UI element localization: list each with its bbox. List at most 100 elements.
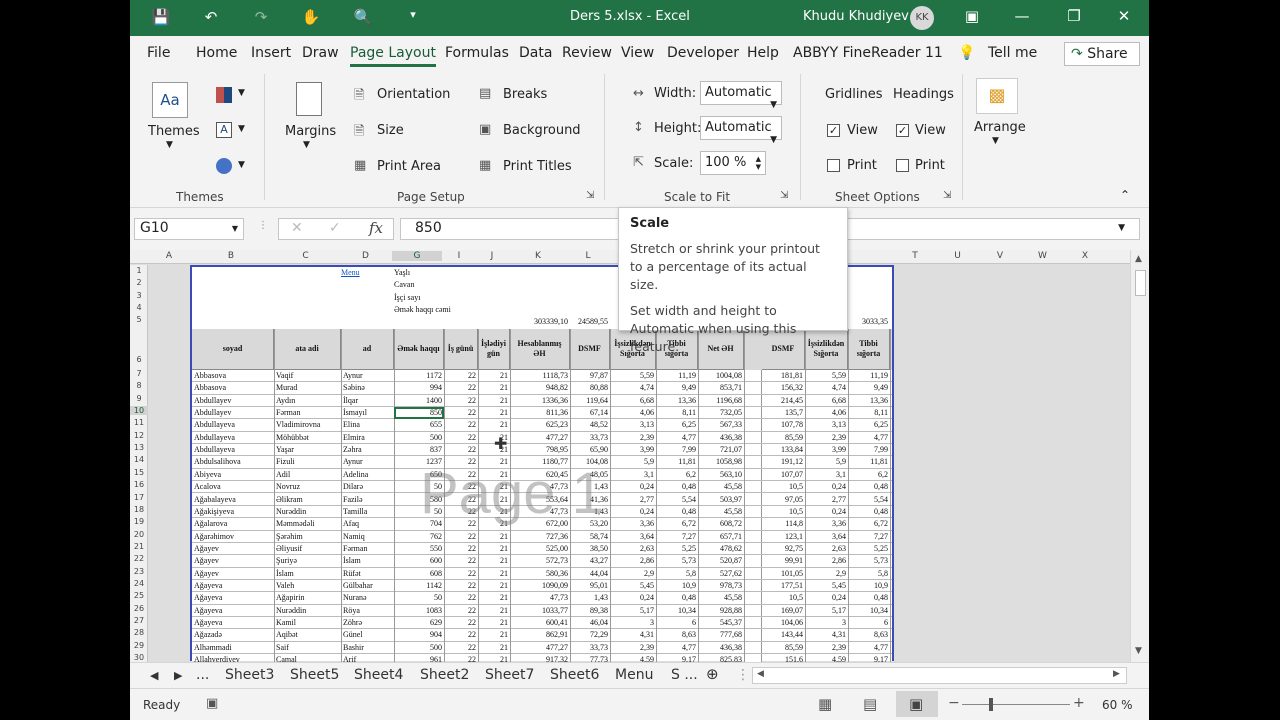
table-cell[interactable]: 85,59 [764, 642, 803, 654]
column-header-A[interactable]: A [148, 251, 190, 261]
table-cell[interactable]: 525,00 [512, 543, 568, 555]
table-cell[interactable]: 7,27 [850, 531, 888, 543]
table-cell[interactable]: İslam [276, 568, 339, 580]
tab-split-icon[interactable]: ⋮ [736, 667, 750, 683]
table-cell[interactable]: 21 [480, 395, 508, 407]
table-cell[interactable]: 1118,73 [512, 370, 568, 382]
table-cell[interactable]: 5,8 [658, 568, 696, 580]
row-header-27[interactable]: 27 [130, 616, 148, 625]
table-cell[interactable]: 5,45 [807, 580, 846, 592]
table-cell[interactable]: 9,49 [658, 382, 696, 394]
row-header-25[interactable]: 25 [130, 591, 148, 600]
scale-spinner[interactable]: 100 % ▲ ▼ [700, 151, 766, 175]
table-cell[interactable]: 904 [396, 629, 442, 641]
table-cell[interactable]: 1058,98 [700, 456, 742, 468]
table-cell[interactable]: 11,19 [850, 370, 888, 382]
dialog-launcher-icon[interactable]: ⇲ [586, 190, 594, 201]
row-header-26[interactable]: 26 [130, 604, 148, 613]
table-cell[interactable]: 1172 [396, 370, 442, 382]
table-cell[interactable]: 477,27 [512, 432, 568, 444]
table-cell[interactable]: 4,06 [612, 407, 654, 419]
user-name[interactable]: Khudu Khudiyev [803, 9, 909, 24]
table-cell[interactable]: 21 [480, 654, 508, 662]
table-cell[interactable]: Abdullayev [194, 407, 272, 419]
table-cell[interactable]: 169,07 [764, 605, 803, 617]
table-cell[interactable]: 5,59 [612, 370, 654, 382]
column-header-J[interactable]: J [476, 251, 508, 261]
row-header-11[interactable]: 11 [130, 418, 148, 427]
table-cell[interactable]: 7,27 [658, 531, 696, 543]
column-header-I[interactable]: I [442, 251, 476, 261]
table-cell[interactable]: Vladimirovna [276, 419, 339, 431]
table-cell[interactable]: Ağayev [194, 568, 272, 580]
column-header-T[interactable]: T [894, 251, 936, 261]
sheet-tab-sheet2[interactable]: Sheet2 [420, 667, 469, 683]
row-header-2[interactable]: 2 [130, 278, 148, 287]
size-button[interactable]: Size [377, 123, 404, 138]
table-cell[interactable]: 58,74 [572, 531, 608, 543]
table-cell[interactable]: 214,45 [764, 395, 803, 407]
table-cell[interactable]: Abdullayeva [194, 419, 272, 431]
row-header-30[interactable]: 30 [130, 653, 148, 662]
table-cell[interactable]: 2,86 [612, 555, 654, 567]
table-cell[interactable]: Elmira [343, 432, 392, 444]
table-cell[interactable]: 655 [396, 419, 442, 431]
table-cell[interactable]: Fazilə [343, 494, 392, 506]
table-cell[interactable]: 21 [480, 543, 508, 555]
row-header-22[interactable]: 22 [130, 554, 148, 563]
restore-icon[interactable]: ❐ [1062, 7, 1086, 25]
column-header-B[interactable]: B [190, 251, 272, 261]
row-header-10[interactable]: 10 [130, 406, 148, 416]
table-cell[interactable]: Aynur [343, 456, 392, 468]
table-cell[interactable]: 22 [446, 370, 476, 382]
table-cell[interactable]: Novruz [276, 481, 339, 493]
macro-recording-icon[interactable]: ▣ [206, 696, 218, 711]
height-dropdown[interactable]: Automatic ▼ [700, 116, 782, 145]
table-cell[interactable]: İsmayıl [343, 407, 392, 419]
table-cell[interactable]: 3 [807, 617, 846, 629]
table-cell[interactable]: Yaşar [276, 444, 339, 456]
table-cell[interactable]: 22 [446, 382, 476, 394]
table-cell[interactable]: 777,68 [700, 629, 742, 641]
table-cell[interactable]: 0,24 [807, 592, 846, 604]
table-cell[interactable]: 6,68 [807, 395, 846, 407]
table-cell[interactable]: 3,13 [807, 419, 846, 431]
column-title[interactable]: Tibbi sığorta [848, 329, 890, 370]
label-ishci[interactable]: İşçi sayı [394, 292, 474, 304]
table-cell[interactable]: Abbasova [194, 382, 272, 394]
table-cell[interactable]: Abdullayeva [194, 432, 272, 444]
table-cell[interactable]: 10,9 [850, 580, 888, 592]
table-cell[interactable]: 436,38 [700, 432, 742, 444]
table-cell[interactable]: 123,1 [764, 531, 803, 543]
column-header-C[interactable]: C [272, 251, 339, 261]
table-cell[interactable]: 961 [396, 654, 442, 662]
label-yashli[interactable]: Yaşlı [394, 267, 474, 279]
table-cell[interactable]: 550 [396, 543, 442, 555]
tab-data[interactable]: Data [519, 45, 552, 61]
table-cell[interactable]: Məmmədəli [276, 518, 339, 530]
table-cell[interactable]: Valeh [276, 580, 339, 592]
table-cell[interactable]: 4,74 [807, 382, 846, 394]
insert-function-icon[interactable]: fx [369, 219, 383, 237]
chevron-down-icon[interactable]: ▼ [232, 224, 238, 233]
gridlines-view-checkbox[interactable]: ✓ [827, 124, 840, 137]
row-header-19[interactable]: 19 [130, 517, 148, 526]
table-cell[interactable]: 9,49 [850, 382, 888, 394]
undo-icon[interactable]: ↶ [200, 8, 222, 26]
row-header-7[interactable]: 7 [130, 369, 148, 378]
zoom-level[interactable]: 60 % [1102, 698, 1133, 712]
row-header-13[interactable]: 13 [130, 443, 148, 452]
sheet-tab-sheet3[interactable]: Sheet3 [225, 667, 274, 683]
spinner-arrows-icon[interactable]: ▲ ▼ [756, 155, 761, 171]
print-area-button[interactable]: Print Area [377, 159, 441, 174]
table-cell[interactable]: Zöhrə [343, 617, 392, 629]
table-cell[interactable]: 5,9 [612, 456, 654, 468]
table-cell[interactable]: 99,91 [764, 555, 803, 567]
table-cell[interactable]: 0,24 [612, 506, 654, 518]
table-cell[interactable]: Saif [276, 642, 339, 654]
table-cell[interactable]: 1090,09 [512, 580, 568, 592]
table-cell[interactable]: 0,24 [807, 481, 846, 493]
table-cell[interactable]: 6,72 [850, 518, 888, 530]
normal-view-icon[interactable]: ▦ [818, 695, 832, 713]
table-cell[interactable]: 5,73 [850, 555, 888, 567]
